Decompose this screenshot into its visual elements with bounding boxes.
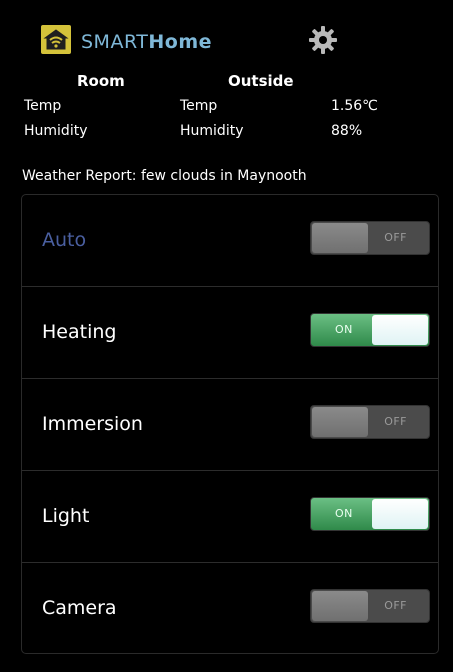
room-temp-label: Temp [24,98,62,114]
control-row-immersion: Immersion OFF [22,379,438,471]
control-label-heating: Heating [42,321,117,343]
immersion-toggle[interactable]: OFF [310,405,430,439]
control-label-light: Light [42,505,90,527]
toggle-knob [312,223,368,253]
control-label-auto: Auto [42,229,87,251]
toggle-knob [312,407,368,437]
toggle-state-text: OFF [384,415,407,428]
control-row-auto: Auto OFF [22,195,438,287]
gear-icon[interactable] [307,24,339,56]
outside-temp-value: 1.56℃ [331,98,378,114]
toggle-state-text: ON [335,507,353,520]
light-toggle[interactable]: ON [310,497,430,531]
brand-home: Home [148,31,213,53]
toggle-knob [372,315,428,345]
control-row-camera: Camera OFF [22,563,438,655]
heating-toggle[interactable]: ON [310,313,430,347]
control-row-heating: Heating ON [22,287,438,379]
control-label-immersion: Immersion [42,413,143,435]
camera-toggle[interactable]: OFF [310,589,430,623]
room-heading: Room [77,72,125,90]
weather-report: Weather Report: few clouds in Maynooth [22,168,307,184]
toggle-state-text: OFF [384,231,407,244]
room-humidity-label: Humidity [24,123,88,139]
toggle-knob [372,499,428,529]
controls-panel: Auto OFF Heating ON Immersion OFF Light … [21,194,439,654]
outside-humidity-value: 88% [331,123,363,139]
control-row-light: Light ON [22,471,438,563]
toggle-knob [312,591,368,621]
app-title: SMARTHome [81,31,212,53]
brand-smart: SMART [81,31,149,53]
toggle-state-text: ON [335,323,353,336]
wifi-house-icon [41,25,71,54]
auto-toggle[interactable]: OFF [310,221,430,255]
outside-heading: Outside [228,72,294,90]
control-label-camera: Camera [42,597,117,619]
outside-temp-label: Temp [180,98,218,114]
smart-home-page: SMARTHome Room Outside Temp Humidity Tem… [0,0,453,672]
toggle-state-text: OFF [384,599,407,612]
outside-humidity-label: Humidity [180,123,244,139]
